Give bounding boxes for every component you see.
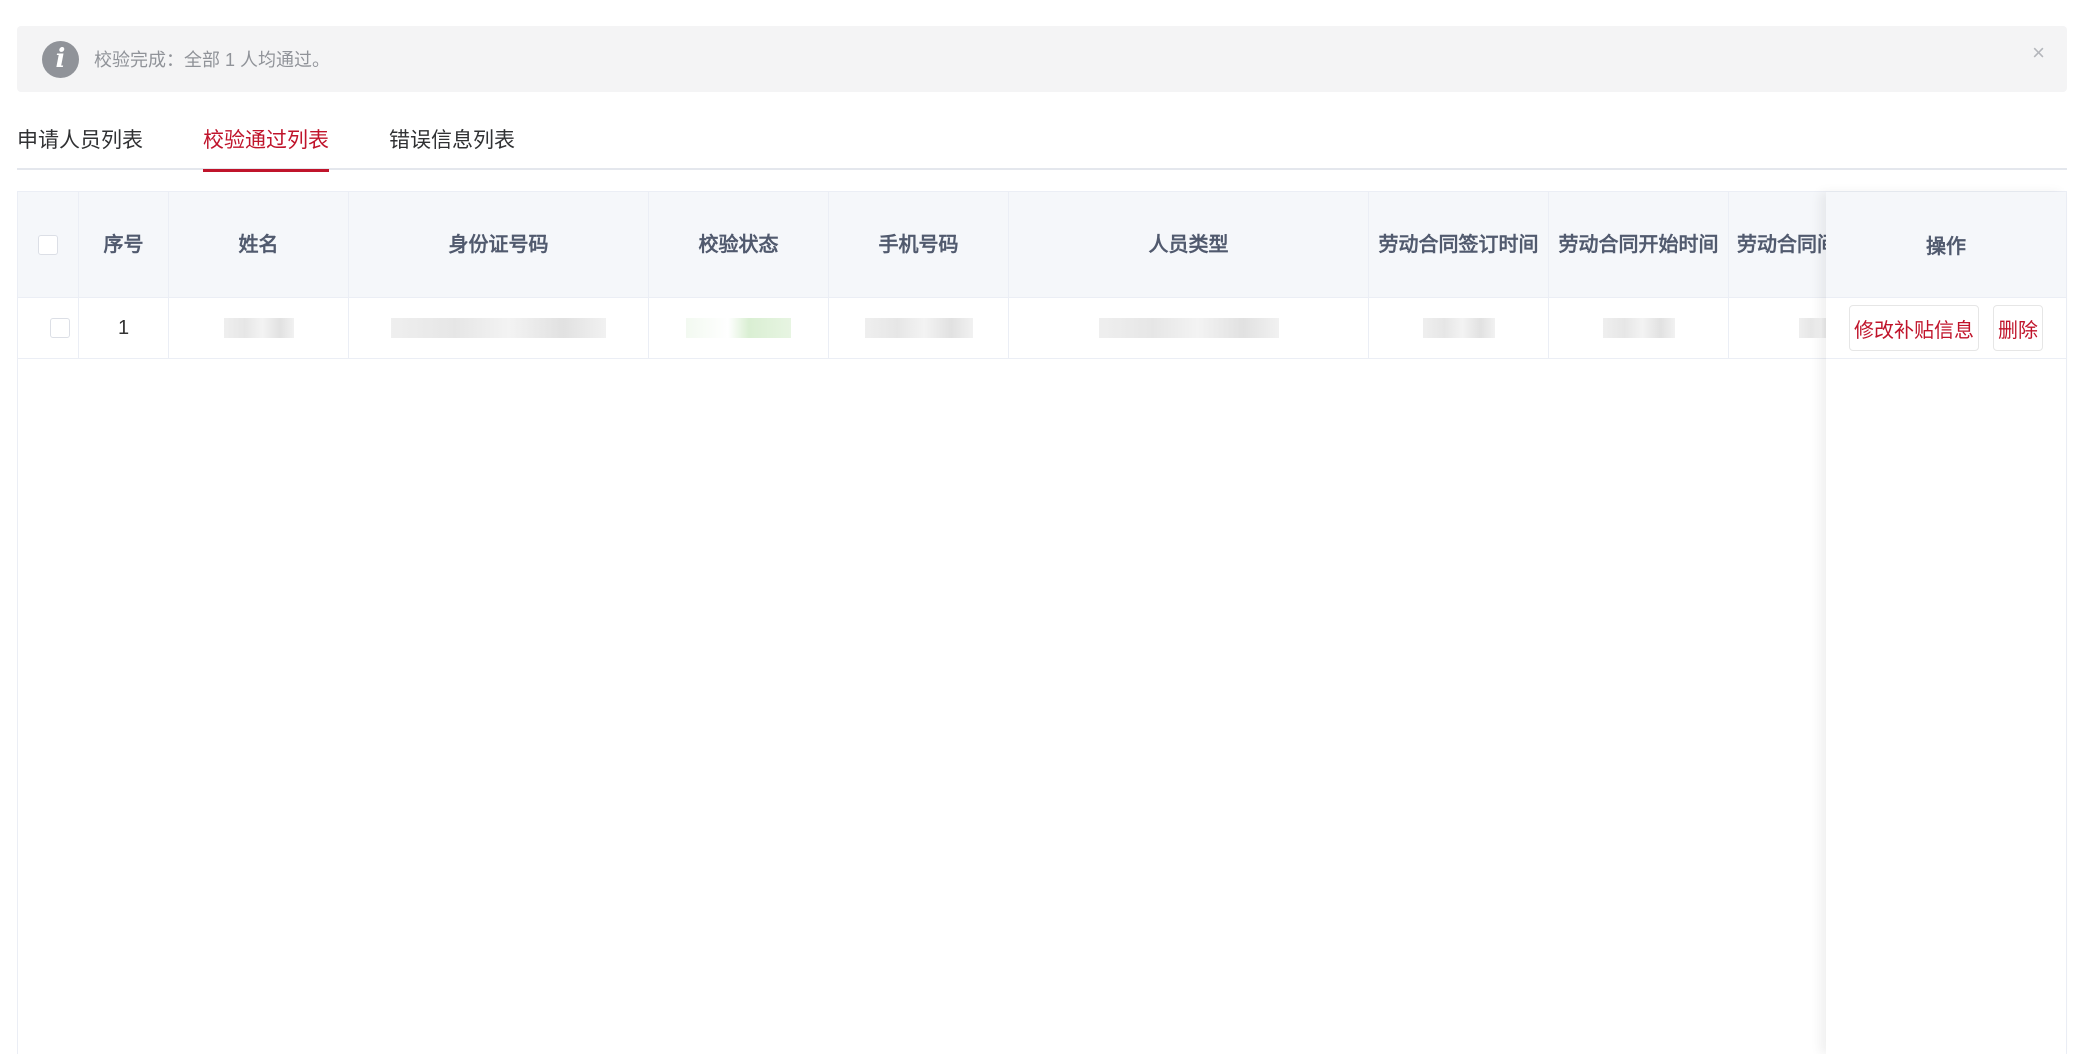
row-checkbox-cell — [18, 298, 79, 358]
header-check-status: 校验状态 — [649, 192, 829, 298]
header-checkbox-cell — [18, 192, 79, 298]
tab-applicant-list[interactable]: 申请人员列表 — [17, 118, 143, 170]
delete-button[interactable]: 删除 — [1993, 305, 2043, 351]
row-person-type-redacted — [1009, 298, 1369, 358]
row-check-status-redacted — [649, 298, 829, 358]
select-all-checkbox[interactable] — [38, 235, 58, 255]
row-contract-sign-redacted — [1369, 298, 1549, 358]
info-alert: i 校验完成：全部 1 人均通过。 × — [17, 26, 2067, 92]
header-id-number: 身份证号码 — [349, 192, 649, 298]
table-header: 序号 姓名 身份证号码 校验状态 手机号码 人员类型 劳动合同签订时间 劳动合同… — [18, 192, 2066, 298]
header-phone: 手机号码 — [829, 192, 1009, 298]
table-row: 1 — [18, 298, 2066, 359]
header-name: 姓名 — [169, 192, 349, 298]
alert-message: 校验完成：全部 1 人均通过。 — [94, 50, 331, 70]
passed-table: 序号 姓名 身份证号码 校验状态 手机号码 人员类型 劳动合同签订时间 劳动合同… — [17, 191, 2067, 1054]
header-actions: 操作 — [1826, 192, 2066, 298]
row-contract-start-redacted — [1549, 298, 1729, 358]
tab-bar: 申请人员列表 校验通过列表 错误信息列表 — [17, 118, 2067, 172]
row-name-redacted — [169, 298, 349, 358]
row-phone-redacted — [829, 298, 1009, 358]
row-id-number-redacted — [349, 298, 649, 358]
header-person-type: 人员类型 — [1009, 192, 1369, 298]
actions-column: 操作 修改补贴信息 删除 — [1826, 192, 2066, 1054]
header-contract-sign-time: 劳动合同签订时间 — [1369, 192, 1549, 298]
info-icon: i — [42, 40, 79, 78]
row-actions: 修改补贴信息 删除 — [1826, 298, 2066, 359]
close-icon[interactable]: × — [2032, 40, 2045, 66]
header-index: 序号 — [79, 192, 169, 298]
edit-subsidy-button[interactable]: 修改补贴信息 — [1849, 305, 1979, 351]
header-contract-start-time: 劳动合同开始时间 — [1549, 192, 1729, 298]
row-index: 1 — [79, 298, 169, 358]
row-checkbox[interactable] — [50, 318, 70, 338]
tab-error-list[interactable]: 错误信息列表 — [389, 118, 515, 170]
tab-passed-list[interactable]: 校验通过列表 — [203, 118, 329, 172]
